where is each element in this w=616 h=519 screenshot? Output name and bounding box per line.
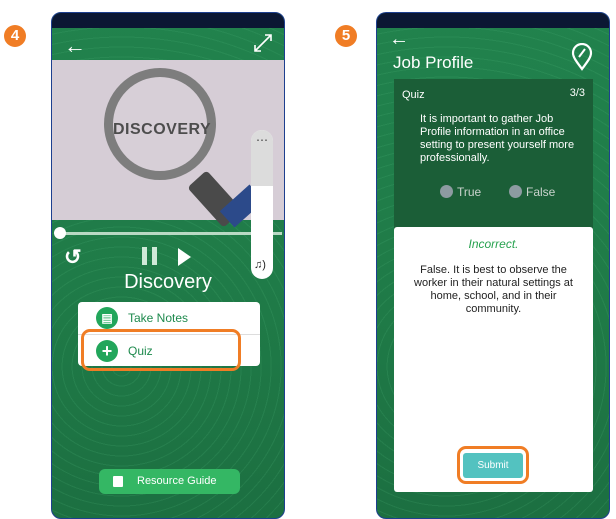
highlight-outline-submit [457, 446, 529, 484]
question-text: It is important to gather Job Profile in… [420, 113, 575, 164]
status-bar [377, 13, 609, 28]
status-bar [52, 13, 284, 28]
radio-icon [440, 185, 453, 198]
page-title: Job Profile [393, 53, 474, 72]
pause-icon[interactable] [142, 247, 160, 265]
option-label: False [526, 185, 556, 199]
back-arrow-icon[interactable]: ← [64, 33, 86, 59]
discovery-image-text: DISCOVERY [113, 121, 212, 138]
replay-icon[interactable]: ↺ [64, 245, 82, 270]
play-icon[interactable] [178, 248, 191, 266]
location-pin-icon[interactable] [570, 43, 594, 71]
video-player[interactable]: DISCOVERY [52, 60, 284, 228]
page-title: Discovery [124, 271, 212, 293]
video-scrubber[interactable] [54, 227, 66, 239]
step-badge-5: 5 [335, 25, 357, 47]
quiz-label: Quiz [402, 89, 425, 101]
menu-item-label: Take Notes [128, 311, 189, 325]
feedback-title: Incorrect. [468, 237, 519, 251]
phone-screen-job-profile: ← Job Profile Quiz 3/3 It is important t… [376, 12, 610, 519]
resource-guide-button[interactable]: Resource Guide [99, 469, 240, 494]
more-icon[interactable]: ⋯ [251, 133, 273, 147]
highlight-outline-quiz [81, 329, 241, 371]
question-counter: 3/3 [569, 87, 585, 99]
volume-slider[interactable]: ⋯ ♫) [251, 130, 273, 279]
book-icon [113, 476, 123, 487]
feedback-body: False. It is best to observe the worker … [414, 264, 573, 315]
resource-guide-label: Resource Guide [137, 475, 217, 487]
option-label: True [457, 185, 482, 199]
video-progress-bar[interactable] [60, 232, 282, 235]
volume-icon: ♫) [254, 259, 266, 271]
step-badge-4: 4 [4, 25, 26, 47]
back-arrow-icon[interactable]: ← [389, 28, 409, 51]
magnifier-glass-icon: DISCOVERY [104, 68, 216, 180]
phone-screen-discovery: ← DISCOVERY ↺ ⋯ ♫) Discovery ▤ Take Note… [51, 12, 285, 519]
notes-icon: ▤ [96, 307, 118, 329]
quiz-card: Quiz 3/3 It is important to gather Job P… [394, 79, 593, 233]
expand-icon[interactable] [254, 34, 272, 52]
radio-icon [509, 185, 522, 198]
